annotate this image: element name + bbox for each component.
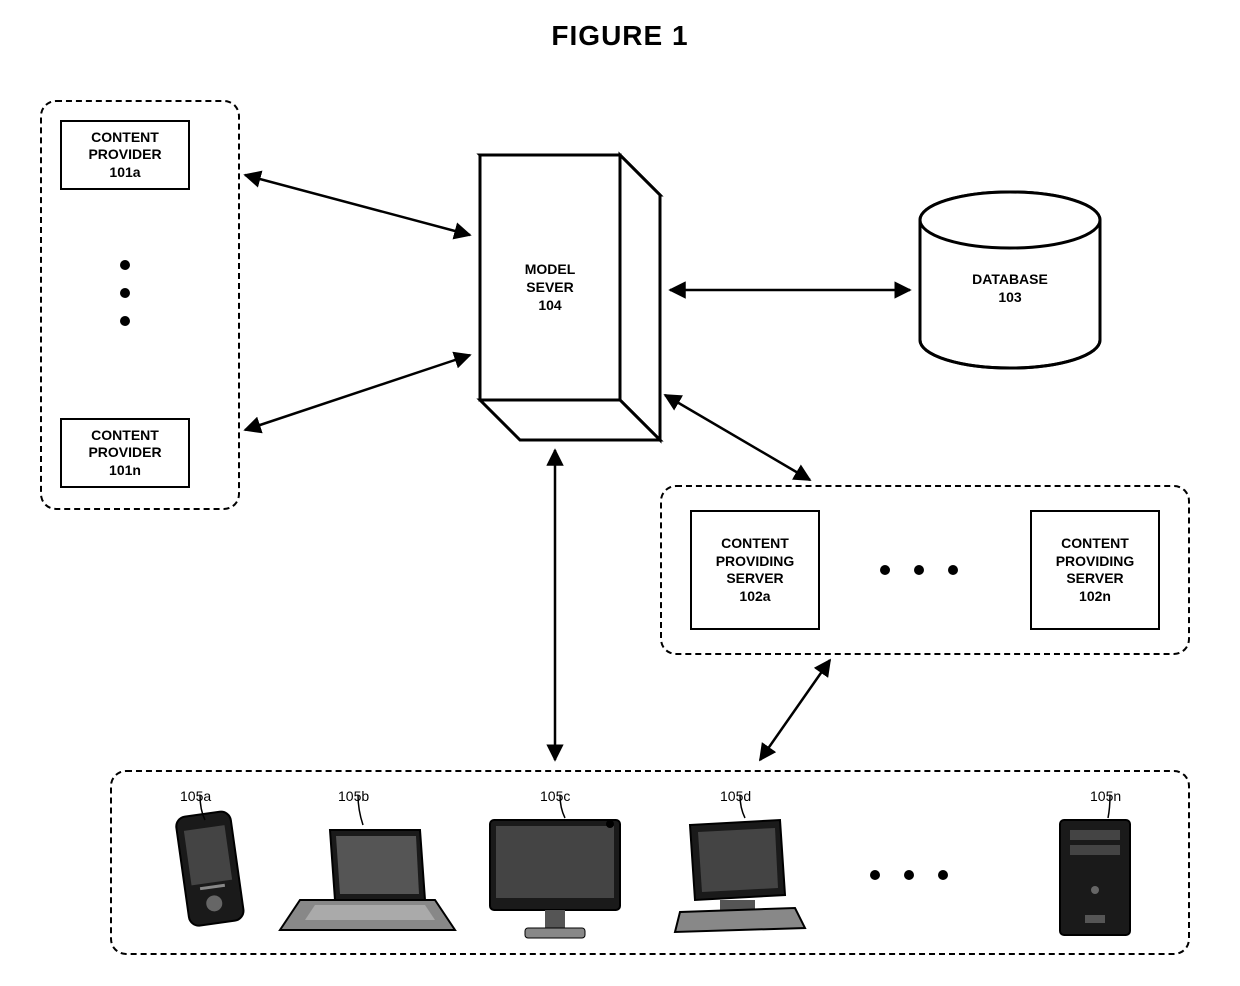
dot-icon bbox=[120, 316, 130, 326]
device-n-label: 105n bbox=[1090, 788, 1121, 804]
ellipsis-horizontal bbox=[870, 870, 948, 880]
text: DATABASE bbox=[955, 270, 1065, 288]
dot-icon bbox=[880, 565, 890, 575]
id-label: 102n bbox=[1079, 588, 1111, 606]
arrow-providerA-model bbox=[245, 175, 470, 235]
content-providing-server-n: CONTENT PROVIDING SERVER 102n bbox=[1030, 510, 1160, 630]
id-label: 101a bbox=[109, 164, 140, 182]
arrow-model-cps bbox=[665, 395, 810, 480]
device-b-label: 105b bbox=[338, 788, 369, 804]
arrow-cps-devices bbox=[760, 660, 830, 760]
text: SERVER bbox=[1066, 570, 1123, 588]
ellipsis-vertical bbox=[120, 260, 130, 326]
devices-group bbox=[110, 770, 1190, 955]
text: MODEL bbox=[490, 260, 610, 278]
device-a-label: 105a bbox=[180, 788, 211, 804]
text: PROVIDER bbox=[88, 444, 161, 462]
ellipsis-horizontal bbox=[880, 565, 958, 575]
text: PROVIDER bbox=[88, 146, 161, 164]
dot-icon bbox=[120, 260, 130, 270]
dot-icon bbox=[870, 870, 880, 880]
figure-title: FIGURE 1 bbox=[0, 20, 1240, 52]
text: SEVER bbox=[490, 278, 610, 296]
model-server-label: MODEL SEVER 104 bbox=[490, 260, 610, 315]
dot-icon bbox=[914, 565, 924, 575]
dot-icon bbox=[120, 288, 130, 298]
id-label: 104 bbox=[490, 296, 610, 314]
id-label: 101n bbox=[109, 462, 141, 480]
content-provider-a: CONTENT PROVIDER 101a bbox=[60, 120, 190, 190]
text: CONTENT bbox=[1061, 535, 1129, 553]
dot-icon bbox=[904, 870, 914, 880]
text: PROVIDING bbox=[1056, 553, 1135, 571]
text: SERVER bbox=[726, 570, 783, 588]
device-d-label: 105d bbox=[720, 788, 751, 804]
dot-icon bbox=[938, 870, 948, 880]
dot-icon bbox=[948, 565, 958, 575]
text: PROVIDING bbox=[716, 553, 795, 571]
content-providing-server-a: CONTENT PROVIDING SERVER 102a bbox=[690, 510, 820, 630]
id-label: 102a bbox=[739, 588, 770, 606]
content-provider-n: CONTENT PROVIDER 101n bbox=[60, 418, 190, 488]
arrow-providerN-model bbox=[245, 355, 470, 430]
device-c-label: 105c bbox=[540, 788, 570, 804]
database-label: DATABASE 103 bbox=[955, 270, 1065, 306]
text: CONTENT bbox=[91, 427, 159, 445]
text: CONTENT bbox=[721, 535, 789, 553]
id-label: 103 bbox=[955, 288, 1065, 306]
text: CONTENT bbox=[91, 129, 159, 147]
